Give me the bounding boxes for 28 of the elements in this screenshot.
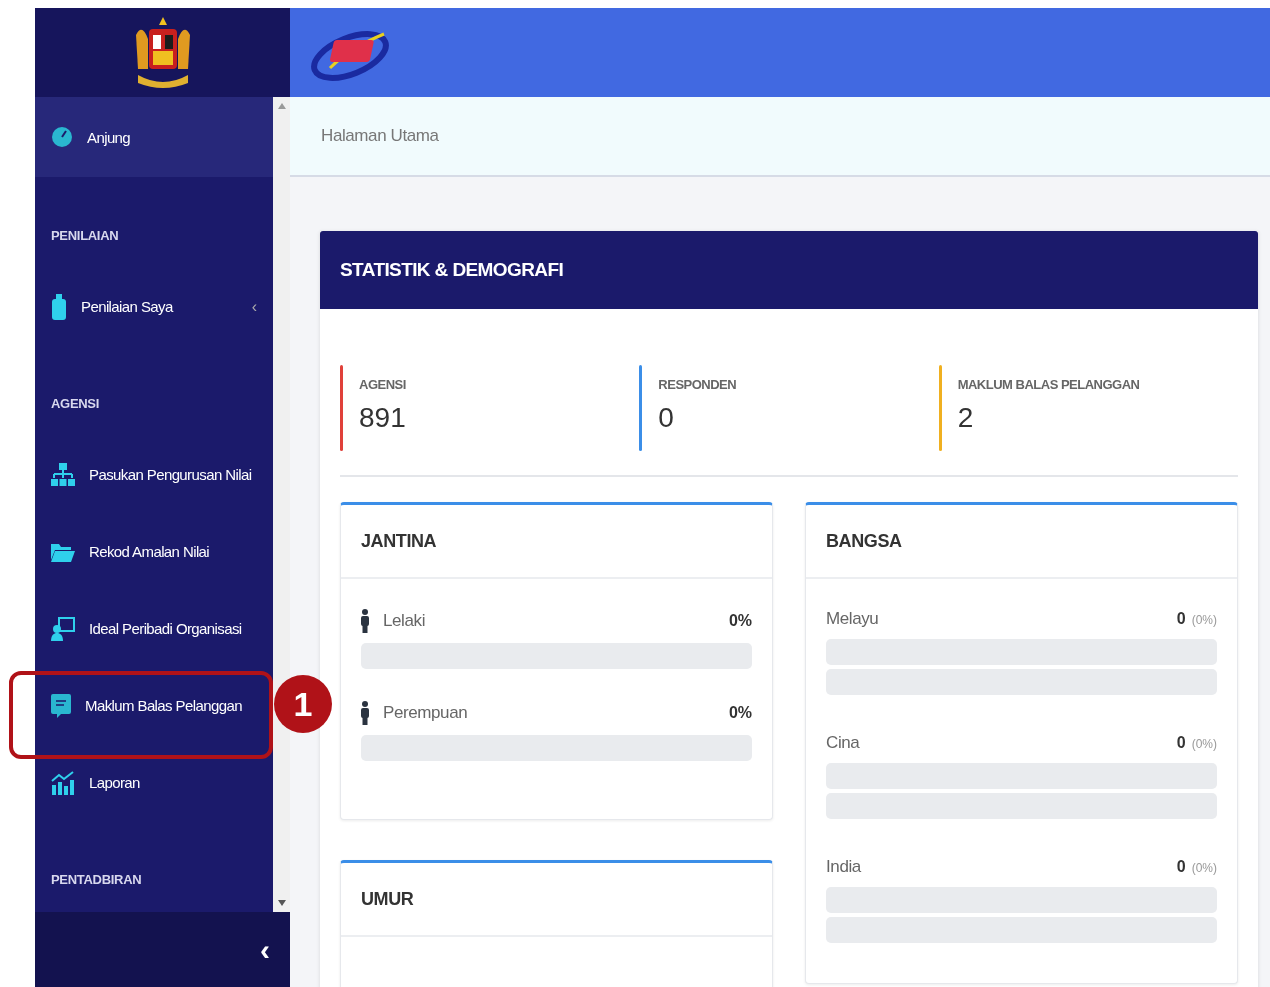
panel-title: JANTINA	[361, 530, 437, 552]
stat-label: AGENSI	[359, 377, 406, 392]
row-value: 0%	[728, 704, 752, 722]
row-percent: (0%)	[1191, 861, 1217, 875]
row-percent: (0%)	[1191, 613, 1217, 627]
stat-label: RESPONDEN	[658, 377, 737, 392]
breadcrumb: Halaman Utama	[321, 126, 439, 146]
row-percent: (0%)	[1191, 737, 1217, 751]
stat-value: 891	[359, 402, 406, 434]
stat-label: MAKLUM BALAS PELANGGAN	[957, 377, 1140, 392]
row-count: 0	[1176, 858, 1186, 875]
panel-title: UMUR	[361, 888, 414, 910]
row-value: 0%	[728, 612, 752, 630]
card-title: STATISTIK & DEMOGRAFI	[340, 259, 564, 281]
row-label: Lelaki	[383, 611, 427, 631]
stat-value: 0	[658, 402, 675, 434]
menu-section-label: PENILAIAN	[50, 226, 120, 245]
menu-section-label: AGENSI	[50, 394, 101, 413]
stat-value: 2	[957, 402, 975, 434]
row-count: 0	[1176, 734, 1186, 751]
row-label: Perempuan	[383, 703, 469, 723]
menu-section-label: PENTADBIRAN	[50, 870, 143, 889]
row-label: Cina	[826, 733, 861, 753]
panel-title: BANGSA	[826, 530, 902, 552]
row-label: Melayu	[826, 609, 880, 629]
row-count: 0	[1176, 610, 1186, 627]
caret-icon: ‹	[251, 297, 257, 316]
row-label: India	[826, 857, 863, 877]
